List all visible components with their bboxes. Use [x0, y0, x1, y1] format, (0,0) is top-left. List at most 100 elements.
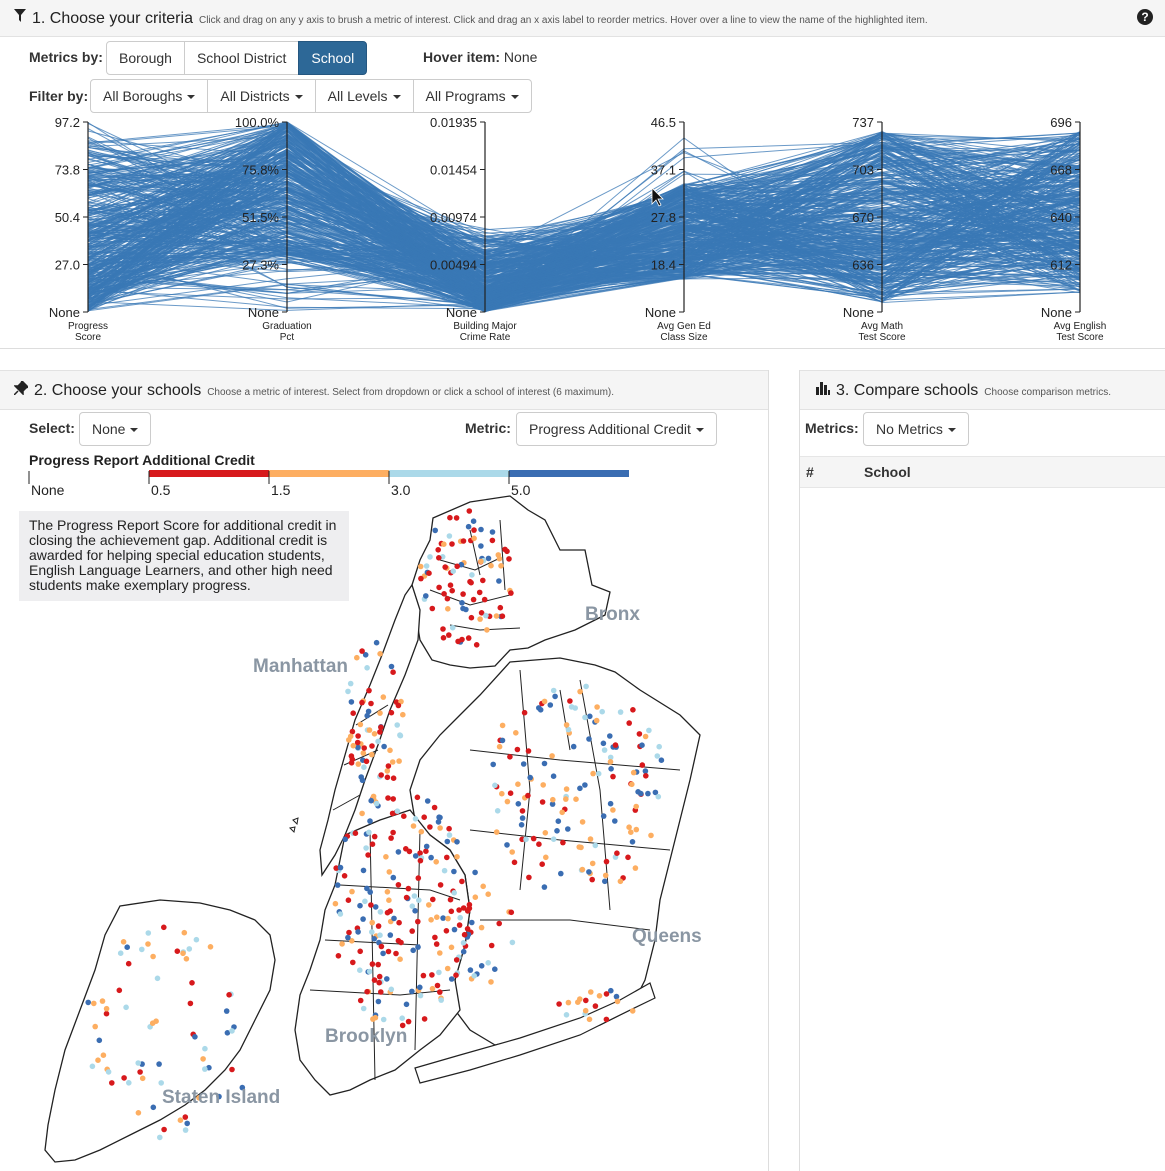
- school-dot[interactable]: [446, 632, 452, 638]
- school-dot[interactable]: [446, 825, 452, 832]
- school-dot[interactable]: [461, 931, 468, 938]
- school-dot[interactable]: [348, 753, 355, 759]
- school-dot[interactable]: [629, 781, 635, 788]
- school-dot[interactable]: [427, 554, 433, 560]
- school-dot[interactable]: [361, 745, 368, 751]
- school-dot[interactable]: [654, 753, 661, 759]
- school-dot[interactable]: [183, 956, 190, 962]
- school-dot[interactable]: [437, 882, 444, 888]
- school-dot[interactable]: [504, 842, 510, 848]
- school-dot[interactable]: [592, 842, 599, 849]
- school-dot[interactable]: [116, 987, 123, 994]
- school-dot[interactable]: [400, 711, 406, 718]
- school-dot[interactable]: [378, 724, 384, 731]
- school-dot[interactable]: [435, 819, 442, 825]
- school-dot[interactable]: [384, 889, 391, 895]
- school-dot[interactable]: [448, 944, 455, 951]
- school-dot[interactable]: [656, 743, 662, 750]
- school-dot[interactable]: [453, 972, 459, 978]
- school-dot[interactable]: [385, 763, 392, 769]
- school-dot[interactable]: [587, 836, 594, 842]
- select-school-dropdown[interactable]: None: [79, 412, 152, 446]
- school-dot[interactable]: [161, 1126, 167, 1133]
- school-dot[interactable]: [386, 869, 393, 875]
- school-dot[interactable]: [371, 833, 378, 840]
- school-dot[interactable]: [376, 979, 383, 986]
- school-dot[interactable]: [460, 940, 467, 946]
- school-dot[interactable]: [459, 636, 465, 643]
- school-dot[interactable]: [367, 889, 374, 895]
- school-dot[interactable]: [366, 687, 372, 694]
- school-dot[interactable]: [395, 882, 402, 888]
- school-dot[interactable]: [378, 989, 384, 995]
- school-dot[interactable]: [550, 836, 557, 842]
- school-dot[interactable]: [477, 616, 483, 622]
- school-dot[interactable]: [570, 743, 577, 750]
- school-dot[interactable]: [377, 651, 383, 657]
- school-dot[interactable]: [92, 1023, 98, 1030]
- school-dot[interactable]: [91, 1000, 97, 1007]
- school-dot[interactable]: [465, 635, 472, 641]
- school-dot[interactable]: [378, 772, 385, 778]
- school-dot[interactable]: [633, 826, 640, 833]
- school-dot[interactable]: [556, 1001, 562, 1007]
- school-dot[interactable]: [492, 782, 498, 789]
- school-dot[interactable]: [410, 823, 417, 829]
- school-dot[interactable]: [496, 578, 502, 584]
- school-dot[interactable]: [490, 761, 497, 768]
- school-dot[interactable]: [364, 988, 370, 995]
- school-dot[interactable]: [417, 857, 424, 864]
- school-dot[interactable]: [567, 698, 573, 704]
- school-dot[interactable]: [418, 828, 425, 835]
- school-dot[interactable]: [409, 988, 415, 995]
- school-dot[interactable]: [563, 796, 569, 802]
- school-dot[interactable]: [572, 705, 578, 711]
- school-dot[interactable]: [502, 546, 508, 553]
- school-dot[interactable]: [387, 908, 394, 914]
- school-dot[interactable]: [161, 924, 167, 931]
- school-dot[interactable]: [582, 782, 588, 788]
- school-dot[interactable]: [369, 841, 376, 847]
- school-dot[interactable]: [523, 836, 529, 843]
- school-dot[interactable]: [371, 731, 378, 737]
- school-dot[interactable]: [145, 930, 152, 936]
- school-dot[interactable]: [467, 967, 474, 973]
- school-dot[interactable]: [421, 1016, 428, 1022]
- school-dot[interactable]: [472, 894, 479, 900]
- school-dot[interactable]: [377, 710, 383, 716]
- school-dot[interactable]: [174, 948, 181, 954]
- school-dot[interactable]: [355, 733, 361, 739]
- school-dot[interactable]: [601, 747, 608, 753]
- school-dot[interactable]: [150, 1104, 157, 1111]
- school-dot[interactable]: [384, 976, 390, 982]
- school-dot[interactable]: [375, 738, 381, 745]
- school-dot[interactable]: [192, 1034, 198, 1040]
- school-dot[interactable]: [498, 563, 504, 569]
- school-dot[interactable]: [395, 849, 402, 855]
- school-dot[interactable]: [223, 1008, 230, 1014]
- school-dot[interactable]: [417, 563, 424, 570]
- school-dot[interactable]: [460, 591, 466, 597]
- school-dot[interactable]: [360, 916, 366, 922]
- school-dot[interactable]: [541, 760, 548, 767]
- school-dot[interactable]: [373, 639, 380, 646]
- school-dot[interactable]: [182, 1127, 189, 1133]
- school-dot[interactable]: [109, 1080, 115, 1086]
- school-dot[interactable]: [469, 572, 475, 578]
- school-dot[interactable]: [445, 915, 451, 922]
- school-dot[interactable]: [617, 709, 624, 715]
- school-dot[interactable]: [424, 798, 431, 804]
- school-dot[interactable]: [426, 902, 432, 908]
- school-dot[interactable]: [117, 950, 124, 956]
- school-dot[interactable]: [565, 999, 572, 1006]
- school-dot[interactable]: [363, 845, 369, 851]
- school-dot[interactable]: [337, 864, 344, 871]
- school-dot[interactable]: [550, 796, 556, 803]
- school-dot[interactable]: [347, 733, 354, 740]
- school-dot[interactable]: [614, 998, 621, 1005]
- school-dot[interactable]: [603, 991, 610, 997]
- school-dot[interactable]: [96, 1037, 103, 1044]
- school-dot[interactable]: [550, 687, 557, 694]
- school-dot[interactable]: [460, 905, 467, 911]
- school-dot[interactable]: [375, 998, 382, 1005]
